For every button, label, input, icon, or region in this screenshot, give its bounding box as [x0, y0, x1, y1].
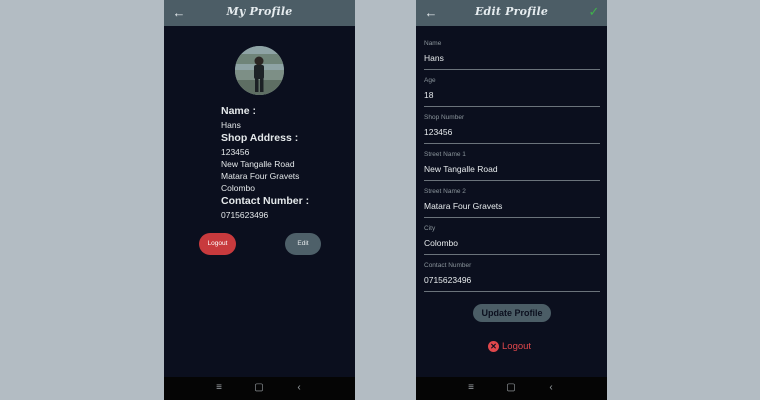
system-nav-bar: ≡ ▢ ‹ — [416, 377, 607, 400]
profile-photo — [235, 46, 284, 95]
chevron-left-icon[interactable]: ‹ — [292, 381, 306, 395]
field-label: Street Name 1 — [424, 151, 466, 158]
city-field[interactable]: City Colombo — [424, 225, 600, 255]
avatar — [235, 46, 284, 95]
close-circle-icon: ✕ — [488, 341, 499, 353]
field-label: Street Name 2 — [424, 188, 466, 195]
shop-number-field[interactable]: Shop Number 123456 — [424, 114, 600, 144]
field-label: City — [424, 225, 436, 232]
field-label: Shop Number — [424, 114, 465, 121]
contact-number-label: Contact Number : — [221, 195, 310, 207]
logout-label[interactable]: Logout — [502, 341, 531, 352]
field-value[interactable]: 123456 — [424, 127, 452, 137]
update-profile-button[interactable]: Update Profile — [473, 304, 551, 322]
name-label: Name : — [221, 105, 257, 117]
name-value: Hans — [221, 120, 241, 130]
field-label: Age — [424, 77, 436, 84]
field-value[interactable]: 0715623496 — [424, 275, 471, 285]
name-field[interactable]: Name Hans — [424, 40, 600, 70]
menu-icon[interactable]: ≡ — [464, 381, 478, 395]
logout-button[interactable]: Logout — [199, 233, 236, 255]
home-square-icon[interactable]: ▢ — [252, 381, 266, 395]
profile-screen: ← My Profile Name : Hans Shop Address : … — [164, 0, 355, 400]
home-square-icon[interactable]: ▢ — [504, 381, 518, 395]
check-icon[interactable]: ✓ — [587, 4, 601, 20]
page-title: My Profile — [226, 5, 293, 18]
age-field[interactable]: Age 18 — [424, 77, 600, 107]
field-label: Contact Number — [424, 262, 472, 269]
contact-number-value: 0715623496 — [221, 210, 269, 220]
shop-address-line: New Tangalle Road — [221, 159, 295, 169]
shop-address-label: Shop Address : — [221, 132, 299, 144]
shop-address-line: 123456 — [221, 147, 250, 157]
street-name-2-field[interactable]: Street Name 2 Matara Four Gravets — [424, 188, 600, 218]
field-value[interactable]: New Tangalle Road — [424, 164, 498, 174]
shop-address-line: Matara Four Gravets — [221, 171, 300, 181]
page-title: Edit Profile — [474, 5, 549, 18]
field-label: Name — [424, 40, 442, 47]
shop-address-line: Colombo — [221, 183, 256, 193]
system-nav-bar: ≡ ▢ ‹ — [164, 377, 355, 400]
field-value[interactable]: Hans — [424, 53, 444, 63]
field-value[interactable]: Matara Four Gravets — [424, 201, 502, 211]
edit-button[interactable]: Edit — [285, 233, 321, 255]
contact-number-field[interactable]: Contact Number 0715623496 — [424, 262, 600, 292]
field-value[interactable]: 18 — [424, 90, 433, 100]
street-name-1-field[interactable]: Street Name 1 New Tangalle Road — [424, 151, 600, 181]
menu-icon[interactable]: ≡ — [212, 381, 226, 395]
logout-link[interactable]: ✕ Logout — [488, 338, 531, 353]
app-bar: ← Edit Profile ✓ — [416, 0, 607, 26]
field-value[interactable]: Colombo — [424, 238, 458, 248]
chevron-left-icon[interactable]: ‹ — [544, 381, 558, 395]
app-bar: ← My Profile — [164, 0, 355, 26]
edit-profile-screen: ← Edit Profile ✓ Name Hans Age 18 Shop N… — [416, 0, 607, 400]
